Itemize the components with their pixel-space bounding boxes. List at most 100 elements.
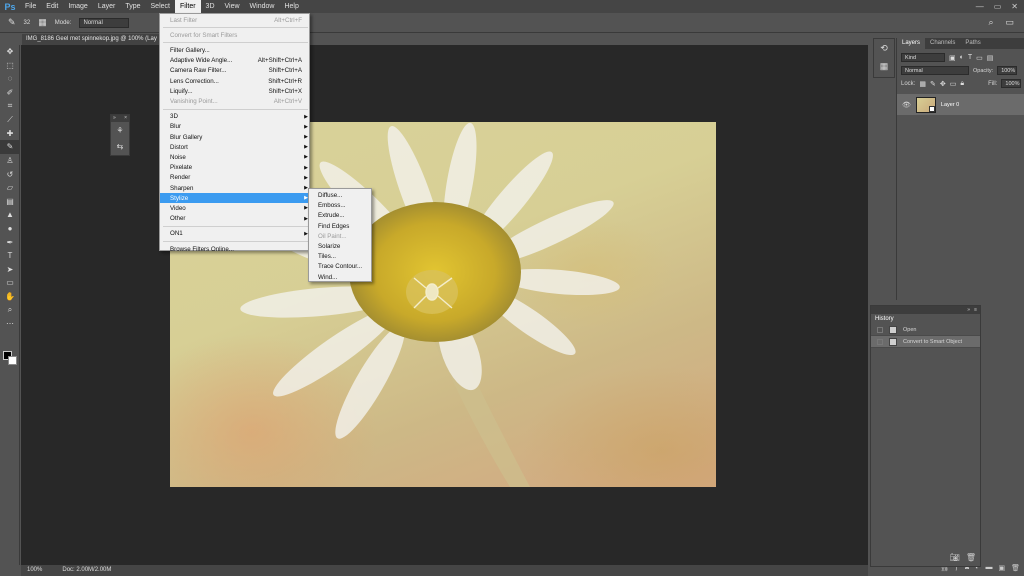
eraser-tool-icon[interactable]: ▱	[0, 181, 20, 195]
menu-help[interactable]: Help	[279, 0, 303, 13]
menu-type[interactable]: Type	[120, 0, 145, 13]
menu-layer[interactable]: Layer	[93, 0, 121, 13]
tab-layers[interactable]: Layers	[897, 38, 926, 49]
lock-all-icon[interactable]: 🔒︎	[960, 80, 964, 88]
menu-file[interactable]: File	[20, 0, 41, 13]
filter-menu-item-other[interactable]: Other ▶	[160, 214, 311, 224]
maximize-icon[interactable]: ▭	[994, 2, 1002, 11]
filter-pixel-icon[interactable]: ▣	[949, 54, 956, 62]
new-layer-icon[interactable]: ▣	[998, 564, 1005, 576]
filter-type-icon[interactable]: T	[968, 54, 972, 61]
hand-tool-icon[interactable]: ✋	[0, 290, 20, 304]
history-item-open[interactable]: Open	[871, 324, 980, 336]
opacity-input[interactable]: 100%	[997, 66, 1018, 75]
history-panel-header[interactable]: » ≡	[871, 306, 980, 314]
layer-name[interactable]: Layer 0	[941, 102, 959, 108]
filter-menu-item-liquify[interactable]: Liquify... Shift+Ctrl+X	[160, 86, 311, 96]
move-tool-icon[interactable]: ✥	[0, 45, 20, 59]
mode-select[interactable]: Normal	[79, 17, 130, 28]
filter-menu-item-video[interactable]: Video ▶	[160, 203, 311, 213]
filter-menu-item-vanishing-point[interactable]: Vanishing Point... Alt+Ctrl+V	[160, 96, 311, 106]
blur-tool-icon[interactable]: ▲	[0, 208, 20, 222]
quick-select-tool-icon[interactable]: ✐	[0, 86, 20, 100]
trash-icon[interactable]: 🗑︎	[1011, 564, 1020, 576]
filter-smart-icon[interactable]: ▤	[987, 54, 994, 62]
history-brush-source-icon[interactable]	[877, 326, 883, 333]
background-color-swatch[interactable]	[8, 356, 17, 365]
workspace-icon[interactable]: ▭	[1005, 17, 1014, 28]
stylize-item-emboss[interactable]: Emboss...	[309, 201, 373, 211]
lasso-tool-icon[interactable]: ◌	[0, 72, 20, 86]
libraries-icon[interactable]: ⟲	[874, 39, 894, 57]
filter-menu-item-browse-filters-online[interactable]: Browse Filters Online...	[160, 244, 311, 254]
mini-panel-header[interactable]: » ×	[111, 115, 129, 122]
stylize-item-solarize[interactable]: Solarize	[309, 242, 373, 252]
menu-edit[interactable]: Edit	[41, 0, 63, 13]
filter-menu-item-stylize[interactable]: Stylize ▶	[160, 193, 311, 204]
fill-input[interactable]: 100%	[1001, 79, 1021, 88]
menu-3d[interactable]: 3D	[201, 0, 220, 13]
filter-menu-item-filter-gallery[interactable]: Filter Gallery...	[160, 45, 311, 55]
stylize-item-extrude[interactable]: Extrude...	[309, 211, 373, 221]
filter-menu-item-3d[interactable]: 3D ▶	[160, 112, 311, 122]
close-icon[interactable]: ×	[124, 115, 127, 122]
eye-icon[interactable]: 👁︎	[902, 101, 911, 109]
color-swatches[interactable]	[3, 351, 17, 365]
history-item-convert[interactable]: Convert to Smart Object	[871, 336, 980, 348]
lock-artboard-icon[interactable]: ▭	[950, 80, 957, 88]
brush-tool-icon[interactable]: ✎	[8, 17, 16, 28]
lock-pixels-icon[interactable]: ▦	[919, 80, 926, 88]
filter-menu-item-pixelate[interactable]: Pixelate ▶	[160, 163, 311, 173]
brush-tool-icon[interactable]: ✎	[0, 140, 20, 154]
stylize-item-tiles[interactable]: Tiles...	[309, 252, 373, 262]
properties-icon[interactable]: ▦	[874, 57, 894, 75]
menu-window[interactable]: Window	[245, 0, 280, 13]
filter-menu-item-last-filter[interactable]: Last Filter Alt+Ctrl+F	[160, 15, 311, 25]
filter-menu-item-blur-gallery[interactable]: Blur Gallery ▶	[160, 132, 311, 142]
history-brush-source-icon[interactable]	[877, 338, 883, 345]
menu-filter[interactable]: Filter	[174, 0, 201, 13]
stylize-item-find-edges[interactable]: Find Edges	[309, 222, 373, 232]
search-icon[interactable]: ⌕	[988, 17, 993, 28]
filter-menu-item-adaptive-wide-angle[interactable]: Adaptive Wide Angle... Alt+Shift+Ctrl+A	[160, 56, 311, 66]
dodge-tool-icon[interactable]: ●	[0, 222, 20, 236]
filter-menu-item-on1[interactable]: ON1 ▶	[160, 229, 311, 239]
gradient-tool-icon[interactable]: ▤	[0, 195, 20, 209]
filter-menu-item-noise[interactable]: Noise ▶	[160, 152, 311, 162]
history-title[interactable]: History	[871, 314, 980, 324]
collapse-icon[interactable]: »	[113, 115, 116, 122]
brush-panel-icon[interactable]: ▦	[38, 17, 47, 28]
pen-tool-icon[interactable]: ✒	[0, 235, 20, 249]
snapshot-icon[interactable]: 📷︎	[950, 553, 960, 562]
zoom-level[interactable]: 100%	[27, 565, 42, 576]
stylize-item-trace-contour[interactable]: Trace Contour...	[309, 262, 373, 272]
new-group-icon[interactable]: ▬	[985, 564, 992, 576]
path-select-tool-icon[interactable]: ➤	[0, 263, 20, 277]
menu-view[interactable]: View	[220, 0, 245, 13]
zoom-tool-icon[interactable]: ⌕	[0, 303, 20, 317]
tab-channels[interactable]: Channels	[925, 38, 960, 49]
filter-menu-item-blur[interactable]: Blur ▶	[160, 122, 311, 132]
eyedropper-tool-icon[interactable]: ⟋	[0, 113, 20, 127]
trash-icon[interactable]: 🗑︎	[966, 553, 976, 562]
more-tools-icon[interactable]: ⋯	[0, 317, 20, 331]
blend-mode-select[interactable]: Normal	[901, 66, 969, 75]
kind-filter-select[interactable]: Kind	[901, 53, 945, 62]
adjust-sliders-icon[interactable]: ⇆	[111, 138, 129, 154]
stylize-item-diffuse[interactable]: Diffuse...	[309, 191, 373, 201]
stamp-tool-icon[interactable]: ♙	[0, 154, 20, 168]
filter-shape-icon[interactable]: ▭	[976, 54, 983, 62]
healing-tool-icon[interactable]: ✚	[0, 127, 20, 141]
panel-menu-icon[interactable]: ≡	[974, 306, 977, 314]
filter-menu-item-render[interactable]: Render ▶	[160, 173, 311, 183]
menu-image[interactable]: Image	[63, 0, 92, 13]
filter-menu-item-lens-correction[interactable]: Lens Correction... Shift+Ctrl+R	[160, 76, 311, 86]
history-brush-tool-icon[interactable]: ↺	[0, 167, 20, 181]
filter-menu-item-convert-for-smart-filters[interactable]: Convert for Smart Filters	[160, 30, 311, 40]
filter-menu-item-sharpen[interactable]: Sharpen ▶	[160, 183, 311, 193]
close-icon[interactable]: ✕	[1011, 2, 1018, 11]
lock-paint-icon[interactable]: ✎	[930, 80, 936, 88]
stylize-item-oil-paint[interactable]: Oil Paint...	[309, 232, 373, 242]
stylize-item-wind[interactable]: Wind...	[309, 273, 373, 283]
brush-presets-icon[interactable]: ⚘	[111, 122, 129, 138]
